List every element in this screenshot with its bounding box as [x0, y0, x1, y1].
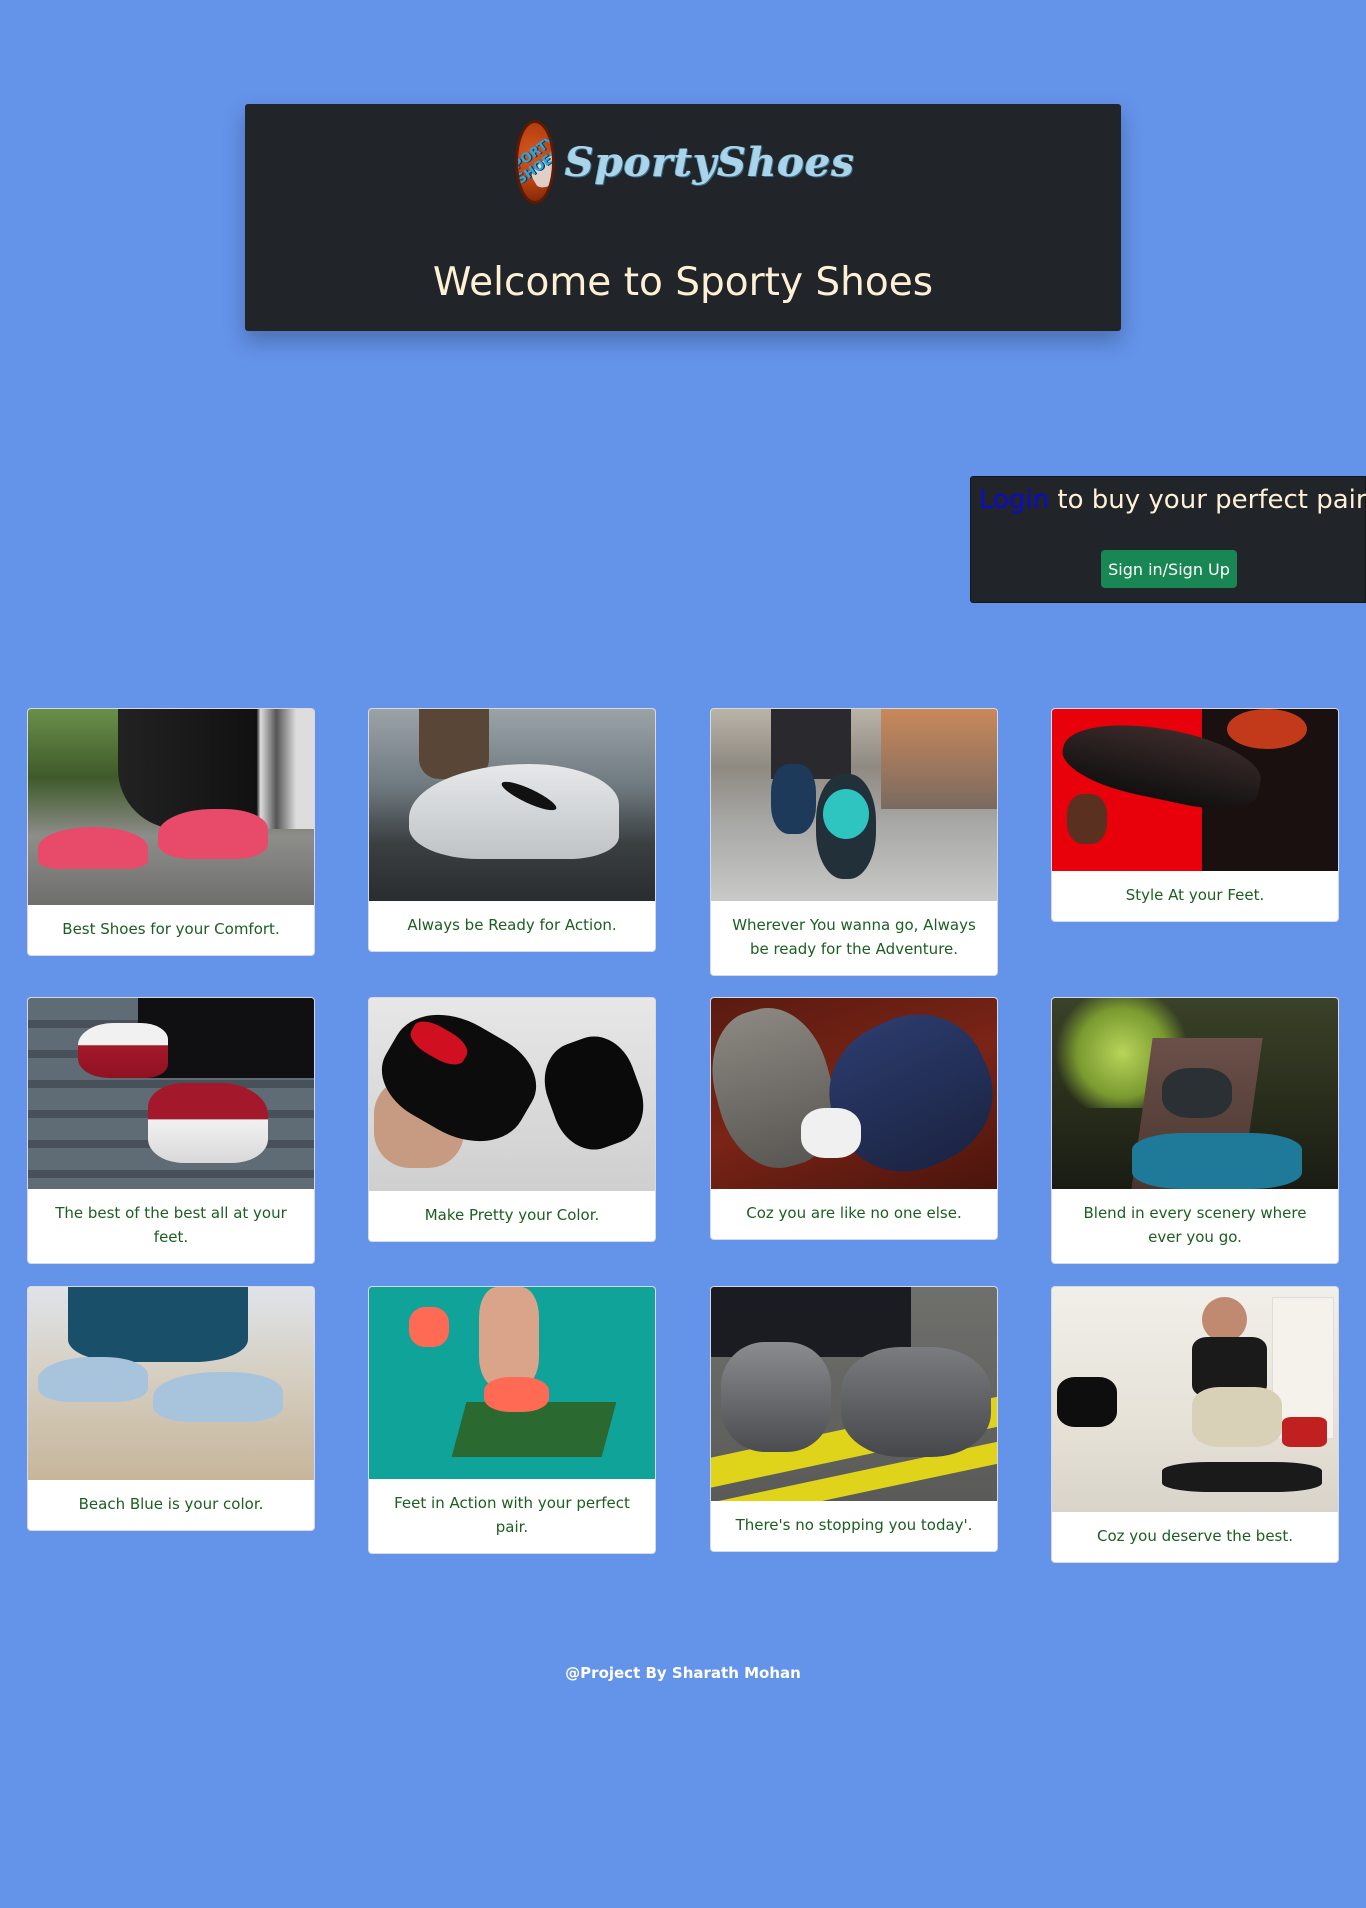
product-card[interactable]: Coz you deserve the best. [1051, 1286, 1339, 1563]
card-image [1052, 998, 1338, 1189]
card-caption: Style At your Feet. [1125, 886, 1265, 904]
card-caption: Coz you deserve the best. [1096, 1527, 1294, 1545]
card-caption: Coz you are like no one else. [746, 1204, 962, 1222]
card-image [28, 998, 314, 1189]
card-image [369, 998, 655, 1191]
product-card[interactable]: Best Shoes for your Comfort. [27, 708, 315, 956]
card-caption: Best Shoes for your Comfort. [62, 920, 280, 938]
card-image [1052, 709, 1338, 871]
card-caption: The best of the best all at your feet. [55, 1204, 287, 1246]
product-card[interactable]: Feet in Action with your perfect pair. [368, 1286, 656, 1554]
sign-in-sign-up-button[interactable]: Sign in/Sign Up [1101, 550, 1237, 588]
login-heading: Login to buy your perfect pair [979, 485, 1366, 515]
product-card[interactable]: Style At your Feet. [1051, 708, 1339, 922]
card-image [1052, 1287, 1338, 1512]
card-caption: There's no stopping you today'. [735, 1516, 973, 1534]
card-caption: Blend in every scenery where ever you go… [1083, 1204, 1307, 1246]
card-image [711, 1287, 997, 1501]
logo-badge-icon: SPORTY SHOES [515, 120, 556, 204]
card-caption: Beach Blue is your color. [78, 1495, 264, 1513]
site-header: SPORTY SHOES SportyShoes Welcome to Spor… [245, 104, 1121, 331]
card-image [369, 1287, 655, 1479]
product-card[interactable]: Beach Blue is your color. [27, 1286, 315, 1531]
card-image [369, 709, 655, 901]
product-card[interactable]: Blend in every scenery where ever you go… [1051, 997, 1339, 1264]
logo[interactable]: SPORTY SHOES SportyShoes [515, 118, 855, 206]
product-card[interactable]: There's no stopping you today'. [710, 1286, 998, 1552]
card-image [28, 709, 314, 905]
product-card[interactable]: Wherever You wanna go, Always be ready f… [710, 708, 998, 976]
card-caption: Feet in Action with your perfect pair. [394, 1494, 630, 1536]
product-card[interactable]: Coz you are like no one else. [710, 997, 998, 1240]
footer-credit: @Project By Sharath Mohan [565, 1664, 801, 1682]
product-card[interactable]: The best of the best all at your feet. [27, 997, 315, 1264]
product-card[interactable]: Make Pretty your Color. [368, 997, 656, 1242]
card-image [711, 709, 997, 901]
card-caption: Always be Ready for Action. [407, 916, 617, 934]
card-image [711, 998, 997, 1189]
card-image [28, 1287, 314, 1480]
login-heading-text: to buy your perfect pair [1049, 485, 1366, 515]
logo-text: SportyShoes [565, 138, 855, 186]
page-title: Welcome to Sporty Shoes [432, 260, 934, 305]
card-caption: Wherever You wanna go, Always be ready f… [732, 916, 976, 958]
login-panel: Login to buy your perfect pair Sign in/S… [970, 476, 1366, 603]
product-card[interactable]: Always be Ready for Action. [368, 708, 656, 952]
login-link[interactable]: Login [979, 485, 1049, 515]
card-caption: Make Pretty your Color. [424, 1206, 600, 1224]
